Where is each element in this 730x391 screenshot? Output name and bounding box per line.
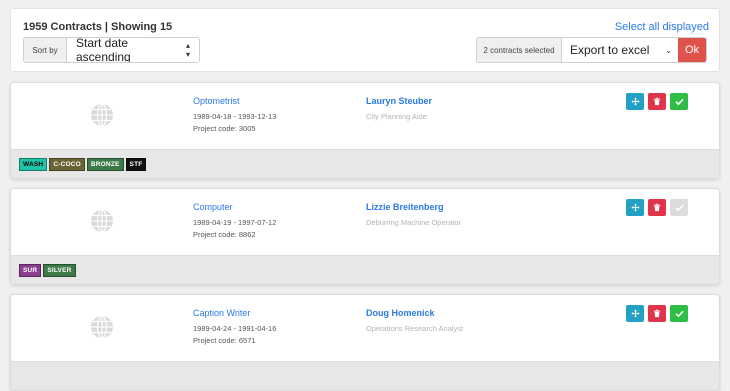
approve-button[interactable] (670, 305, 688, 322)
contract-dates: 1989-04-19 - 1997-07-12 (193, 218, 277, 227)
tag-badge: C-COCO (49, 157, 85, 171)
contract-dates: 1989-04-18 - 1993-12-13 (193, 112, 277, 121)
updown-caret-icon: ▴ ▾ (185, 41, 190, 59)
chevron-down-icon: ⌄ (665, 45, 672, 55)
contract-actions (626, 199, 688, 216)
contract-card: Optometrist 1989-04-18 - 1993-12-13 Proj… (10, 82, 720, 179)
check-icon (674, 97, 684, 106)
export-select[interactable]: Export to excel ⌄ (562, 38, 678, 62)
position-title[interactable]: Caption Writer (193, 308, 250, 318)
project-code: Project code: 6571 (193, 336, 256, 345)
contract-card-body: Caption Writer 1989-04-24 - 1991-04-16 P… (11, 295, 719, 361)
tag-badge: WASH (19, 157, 48, 171)
arrows-move-icon (630, 309, 640, 318)
trash-icon (653, 309, 661, 318)
approve-button[interactable] (670, 199, 688, 216)
trash-icon (653, 203, 661, 212)
person-role: Operations Research Analyst (366, 324, 464, 333)
sort-by-label: Sort by (24, 38, 67, 62)
contract-card: Computer 1989-04-19 - 1997-07-12 Project… (10, 188, 720, 285)
contract-tags: SUR SILVER (11, 255, 719, 284)
person-role: Deburring Machine Operator (366, 218, 462, 227)
contract-actions (626, 305, 688, 322)
person-name[interactable]: Doug Homenick (366, 308, 435, 318)
position-title[interactable]: Optometrist (193, 96, 240, 106)
contract-tags: WASH C-COCO BRONZE STF (11, 149, 719, 178)
approve-button[interactable] (670, 93, 688, 110)
trash-icon (653, 97, 661, 106)
globe-icon (90, 315, 114, 339)
move-button[interactable] (626, 305, 644, 322)
selected-count-label: 2 contracts selected (477, 38, 562, 62)
person-role: City Planning Aide (366, 112, 427, 121)
contract-dates: 1989-04-24 - 1991-04-16 (193, 324, 277, 333)
contract-tags (11, 361, 719, 390)
move-button[interactable] (626, 199, 644, 216)
position-title[interactable]: Computer (193, 202, 233, 212)
select-all-displayed-link[interactable]: Select all displayed (615, 21, 709, 33)
export-select-value: Export to excel (570, 43, 650, 57)
check-icon (674, 309, 684, 318)
person-name[interactable]: Lizzie Breitenberg (366, 202, 444, 212)
contract-card: Caption Writer 1989-04-24 - 1991-04-16 P… (10, 294, 720, 391)
arrows-move-icon (630, 97, 640, 106)
export-control: 2 contracts selected Export to excel ⌄ O… (476, 37, 707, 63)
contract-card-body: Optometrist 1989-04-18 - 1993-12-13 Proj… (11, 83, 719, 149)
delete-button[interactable] (648, 305, 666, 322)
check-icon (674, 203, 684, 212)
move-button[interactable] (626, 93, 644, 110)
tag-badge: STF (125, 157, 147, 171)
sort-select-value: Start date ascending (76, 37, 131, 63)
tag-badge: BRONZE (86, 157, 124, 171)
person-name[interactable]: Lauryn Steuber (366, 96, 432, 106)
arrows-move-icon (630, 203, 640, 212)
ok-button[interactable]: Ok (678, 38, 706, 62)
contract-card-body: Computer 1989-04-19 - 1997-07-12 Project… (11, 189, 719, 255)
tag-badge: SILVER (43, 263, 76, 277)
contracts-summary: 1959 Contracts | Showing 15 (23, 21, 173, 33)
sort-control: Sort by Start date ascending ▴ ▾ (23, 37, 200, 63)
contracts-toolbar: 1959 Contracts | Showing 15 Select all d… (10, 8, 720, 72)
globe-icon (90, 103, 114, 127)
contract-actions (626, 93, 688, 110)
globe-icon (90, 209, 114, 233)
project-code: Project code: 3005 (193, 124, 256, 133)
tag-badge: SUR (19, 263, 42, 277)
delete-button[interactable] (648, 93, 666, 110)
project-code: Project code: 8862 (193, 230, 256, 239)
delete-button[interactable] (648, 199, 666, 216)
sort-select[interactable]: Start date ascending ▴ ▾ (67, 38, 199, 62)
